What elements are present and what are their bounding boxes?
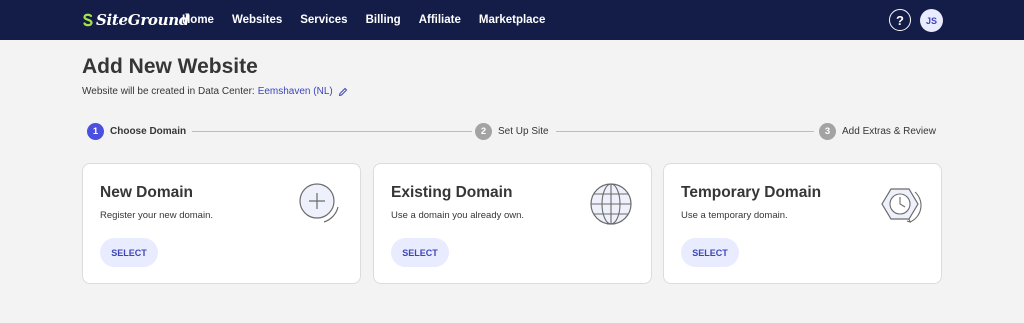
nav-item-websites[interactable]: Websites (232, 14, 282, 26)
globe-icon (590, 183, 632, 225)
siteground-logo[interactable]: SiteGround (82, 11, 189, 29)
help-icon[interactable]: ? (889, 9, 911, 31)
card-temporary-domain[interactable]: Temporary Domain Use a temporary domain.… (663, 163, 942, 284)
step-connector (556, 130, 814, 132)
data-center-link[interactable]: Eemshaven (NL) (258, 86, 333, 97)
nav-item-services[interactable]: Services (300, 14, 347, 26)
step-number: 2 (475, 122, 492, 140)
nav-item-marketplace[interactable]: Marketplace (479, 14, 545, 26)
siteground-logo-icon (83, 13, 93, 27)
card-title: New Domain (100, 184, 194, 201)
select-button[interactable]: SELECT (100, 238, 158, 267)
nav-item-affiliate[interactable]: Affiliate (419, 14, 461, 26)
select-button[interactable]: SELECT (681, 238, 739, 267)
progress-stepper: 1 Choose Domain 2 Set Up Site 3 Add Extr… (82, 122, 942, 140)
subtitle-text: Website will be created in Data Center: (82, 86, 255, 97)
top-navigation-bar: SiteGround Home Websites Services Billin… (0, 0, 1024, 40)
page-title: Add New Website (82, 55, 258, 78)
step-label: Set Up Site (498, 125, 549, 137)
pencil-icon[interactable] (338, 87, 348, 97)
card-new-domain[interactable]: New Domain Register your new domain. SEL… (82, 163, 361, 284)
step-choose-domain: 1 Choose Domain (87, 122, 186, 140)
card-description: Use a temporary domain. (681, 210, 788, 221)
select-button[interactable]: SELECT (391, 238, 449, 267)
brand-name: SiteGround (96, 11, 190, 29)
step-add-extras: 3 Add Extras & Review (819, 122, 936, 140)
clock-hexagon-icon (881, 188, 922, 223)
card-description: Register your new domain. (100, 210, 213, 221)
step-number: 1 (87, 122, 104, 140)
card-title: Existing Domain (391, 184, 513, 201)
card-existing-domain[interactable]: Existing Domain Use a domain you already… (373, 163, 652, 284)
nav-item-billing[interactable]: Billing (366, 14, 401, 26)
plus-circle-icon (299, 183, 339, 223)
step-label: Choose Domain (110, 125, 187, 137)
step-number: 3 (819, 122, 836, 140)
card-title: Temporary Domain (681, 184, 822, 201)
step-set-up-site: 2 Set Up Site (475, 122, 549, 140)
main-nav: Home Websites Services Billing Affiliate… (182, 0, 563, 40)
data-center-info: Website will be created in Data Center: … (82, 86, 348, 97)
nav-item-home[interactable]: Home (182, 14, 214, 26)
user-avatar[interactable]: JS (920, 9, 943, 32)
card-description: Use a domain you already own. (391, 210, 525, 221)
step-label: Add Extras & Review (842, 125, 936, 137)
step-connector (192, 130, 472, 132)
